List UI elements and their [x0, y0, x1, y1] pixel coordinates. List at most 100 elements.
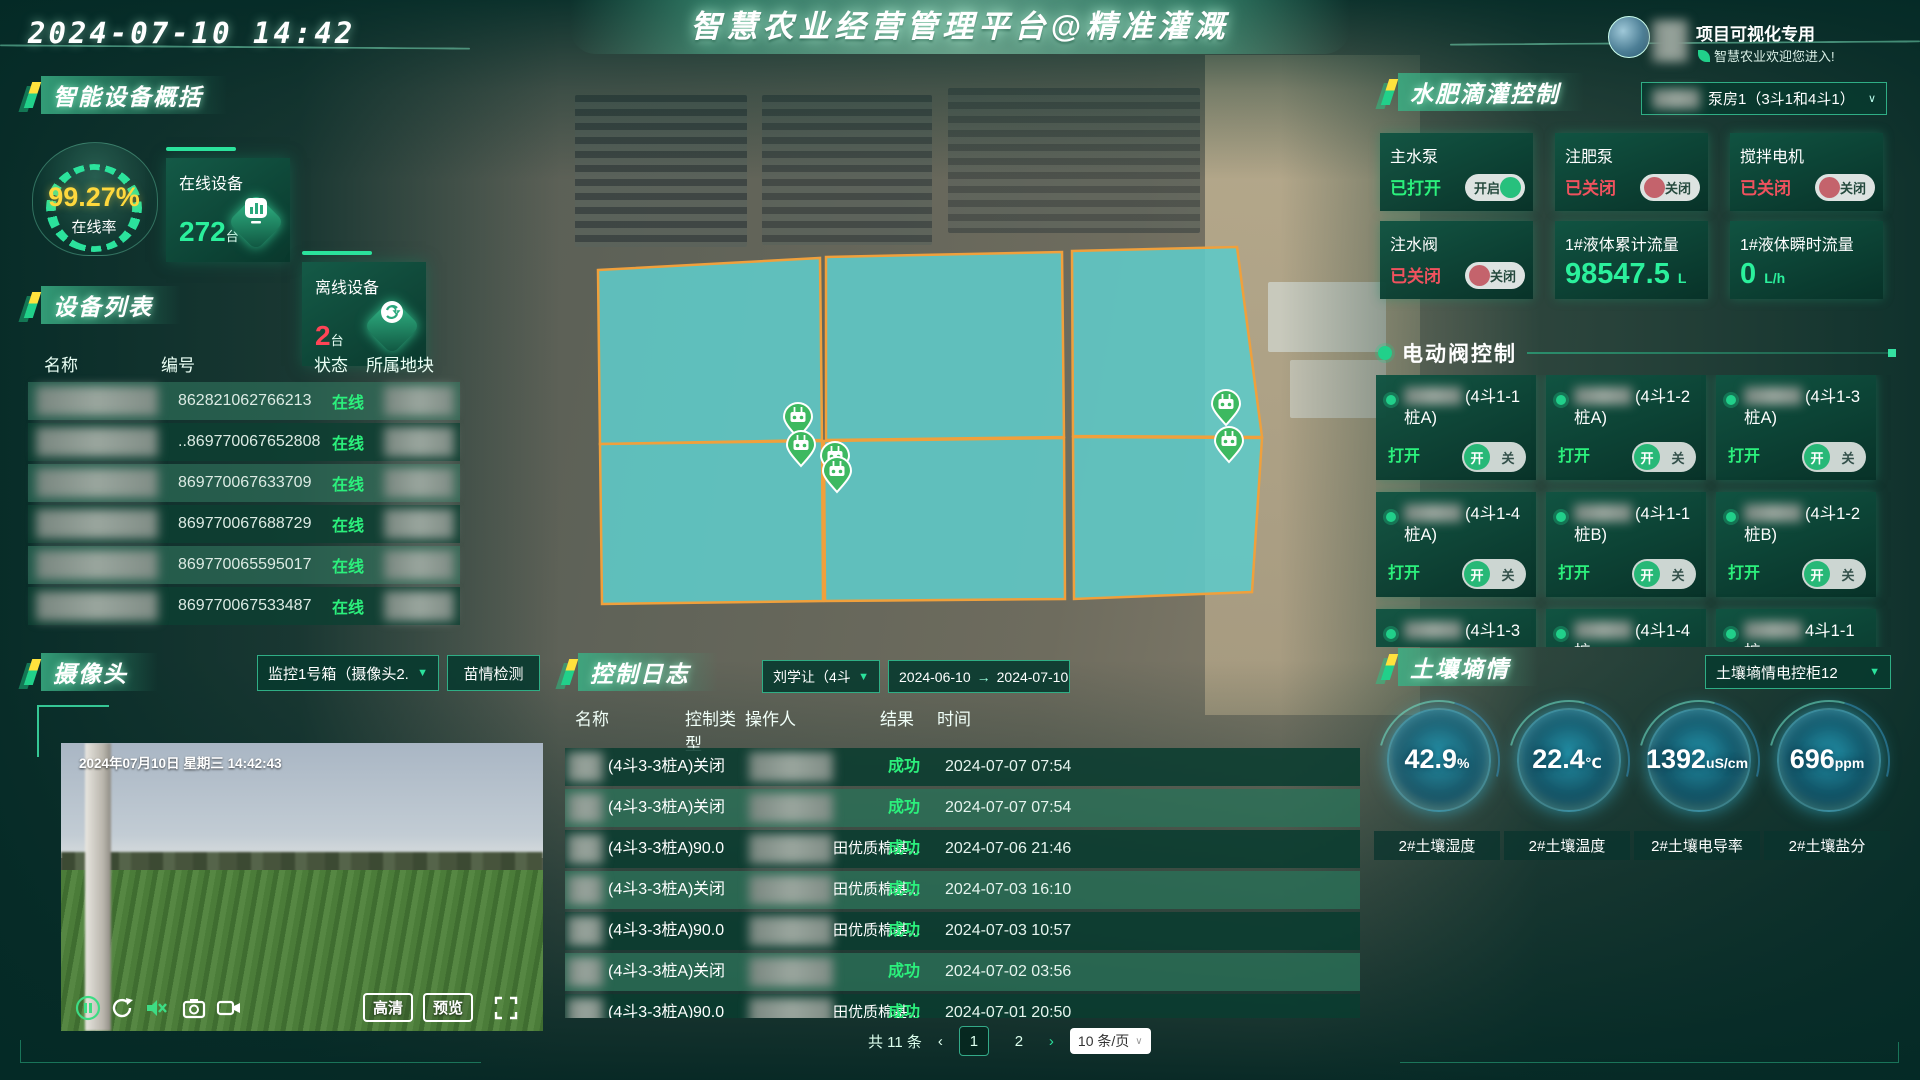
section-title: 土壤墒情 [1398, 648, 1550, 686]
chevron-down-icon: ∨ [1868, 92, 1876, 105]
seedling-detect-button[interactable]: 苗情检测 [447, 655, 540, 691]
field-parcel[interactable] [824, 438, 1065, 601]
pump-house-select[interactable]: 泵房1（3斗1和4斗1） ∨ [1641, 82, 1887, 115]
log-row[interactable]: (4斗3-3桩A) 90.0 田优质棉基... 成功 2024-07-01 20… [565, 994, 1360, 1018]
field-parcel[interactable] [600, 441, 823, 604]
valve-open-knob[interactable]: 开 [1804, 444, 1830, 470]
table-row[interactable]: 869770067633709 在线 [28, 464, 460, 502]
valve-toggle[interactable]: 开 关 [1632, 559, 1696, 589]
date-to: 2024-07-10 [997, 669, 1069, 685]
device-name-redacted [36, 427, 158, 457]
valve-open-knob[interactable]: 开 [1634, 561, 1660, 587]
valve-card: (4斗1-1桩B) 打开 开 关 [1546, 492, 1706, 597]
soil-cabinet-select[interactable]: 土壤墒情电控柜12 ▼ [1705, 655, 1891, 689]
valve-open-knob[interactable]: 开 [1464, 444, 1490, 470]
log-row[interactable]: (4斗3-3桩A) 关闭 田优质棉基... 成功 2024-07-03 16:1… [565, 871, 1360, 909]
log-row[interactable]: (4斗3-3桩A) 关闭 成功 2024-07-07 07:54 [565, 789, 1360, 827]
bullet-dot-icon [1726, 395, 1736, 405]
page-2-button[interactable]: 2 [1005, 1027, 1033, 1055]
table-row[interactable]: 862821062766213 在线 [28, 382, 460, 420]
preview-button[interactable]: 预览 [423, 993, 473, 1022]
camera-video[interactable]: 2024年07月10日 星期三 14:42:43 高清 预览 [61, 743, 543, 1031]
device-id: 869770067633709 [178, 474, 311, 492]
pump-grid: 主水泵 已打开 开启 注肥泵 已关闭 关闭 搅拌电机 已关闭 关闭 注水阀 已关… [1380, 133, 1883, 299]
soil-cabinet-value: 土壤墒情电控柜12 [1716, 662, 1838, 683]
valve-close-label[interactable]: 关 [1660, 448, 1696, 467]
valve-close-label[interactable]: 关 [1830, 448, 1866, 467]
pump-toggle[interactable]: 开启 [1465, 174, 1525, 201]
valve-open-knob[interactable]: 开 [1804, 561, 1830, 587]
log-operator-redacted [749, 875, 833, 905]
valve-name: (4斗1-3 [1465, 622, 1520, 640]
decor-line [1527, 352, 1896, 354]
log-type: 关闭 [693, 789, 725, 827]
valve-toggle[interactable]: 开 关 [1802, 442, 1866, 472]
log-operator-redacted [749, 834, 833, 864]
camera-panel: 2024年07月10日 星期三 14:42:43 高清 预览 [48, 712, 544, 1044]
date-range-picker[interactable]: 2024-06-10 → 2024-07-10 [888, 660, 1070, 693]
toggle-label: 关闭 [1665, 178, 1691, 197]
valve-toggle[interactable]: 开 关 [1632, 442, 1696, 472]
mute-icon[interactable] [143, 995, 169, 1021]
online-rate-gauge: 99.27% 在线率 [28, 142, 160, 268]
valve-close-label[interactable]: 关 [1490, 448, 1526, 467]
valve-open-knob[interactable]: 开 [1634, 444, 1660, 470]
gauge-value: 42.9 [1404, 744, 1457, 774]
valve-toggle[interactable]: 开 关 [1802, 559, 1866, 589]
page-1-button[interactable]: 1 [959, 1026, 989, 1056]
table-row[interactable]: 869770067688729 在线 [28, 505, 460, 543]
pump-label: 主水泵 [1390, 143, 1523, 167]
bullet-dot-icon [1386, 395, 1396, 405]
log-result: 成功 [888, 871, 920, 909]
section-title: 设备列表 [41, 286, 193, 324]
valve-toggle[interactable]: 开 关 [1462, 559, 1526, 589]
table-row[interactable]: 869770067533487 在线 [28, 587, 460, 625]
pump-toggle[interactable]: 关闭 [1640, 174, 1700, 201]
avatar[interactable] [1608, 16, 1650, 58]
fullscreen-icon[interactable] [493, 995, 519, 1021]
valve-toggle[interactable]: 开 关 [1462, 442, 1526, 472]
soil-gauge: 22.4℃ 2#土壤温度 [1502, 698, 1632, 866]
log-row[interactable]: (4斗3-3桩A) 90.0 田优质棉基... 成功 2024-07-06 21… [565, 830, 1360, 868]
valve-close-label[interactable]: 关 [1660, 565, 1696, 584]
hd-button[interactable]: 高清 [363, 993, 413, 1022]
pump-house-value: 泵房1（3斗1和4斗1） [1708, 88, 1855, 109]
log-time: 2024-07-01 20:50 [945, 994, 1071, 1018]
log-operator-redacted [749, 793, 833, 823]
field-parcel[interactable] [1073, 437, 1262, 599]
next-page-button[interactable]: › [1049, 1033, 1054, 1050]
field-parcel[interactable] [826, 252, 1064, 440]
table-row[interactable]: 869770065595017 在线 [28, 546, 460, 584]
snapshot-icon[interactable] [181, 995, 207, 1021]
soil-gauges: 42.9% 2#土壤湿度 22.4℃ 2#土壤温度 1392uS/cm 2#土壤… [1372, 698, 1892, 866]
device-name-redacted [36, 509, 158, 539]
meter-unit: L [1678, 270, 1687, 286]
log-row[interactable]: (4斗3-3桩A) 90.0 田优质棉基... 成功 2024-07-03 10… [565, 912, 1360, 950]
refresh-icon[interactable] [109, 995, 135, 1021]
gauge-value: 22.4 [1532, 744, 1585, 774]
pump-toggle[interactable]: 关闭 [1465, 262, 1525, 289]
valve-name-redacted [1404, 504, 1462, 522]
user-welcome: 智慧农业欢迎您进入! [1714, 46, 1835, 65]
user-welcome-row: 智慧农业欢迎您进入! [1698, 46, 1835, 65]
log-time: 2024-07-07 07:54 [945, 748, 1071, 786]
valve-name-redacted [1574, 504, 1632, 522]
log-row[interactable]: (4斗3-3桩A) 关闭 成功 2024-07-07 07:54 [565, 748, 1360, 786]
page-size-select[interactable]: 10 条/页 ∨ [1070, 1028, 1151, 1054]
prev-page-button[interactable]: ‹ [938, 1033, 943, 1050]
device-plot-redacted [384, 468, 454, 498]
valve-open-knob[interactable]: 开 [1464, 561, 1490, 587]
valve-close-label[interactable]: 关 [1830, 565, 1866, 584]
pause-icon[interactable] [75, 995, 101, 1021]
operator-filter-select[interactable]: 刘学让（4斗3-3桩A） ▼ [762, 660, 880, 693]
table-row[interactable]: ..869770067652808 在线 [28, 423, 460, 461]
record-icon[interactable] [216, 995, 242, 1021]
pump-toggle[interactable]: 关闭 [1815, 174, 1875, 201]
device-status: 在线 [332, 471, 364, 495]
meter-value: 0 [1740, 258, 1756, 290]
log-row[interactable]: (4斗3-3桩A) 关闭 成功 2024-07-02 03:56 [565, 953, 1360, 991]
camera-selector[interactable]: 监控1号箱（摄像头2... ▼ [257, 655, 439, 691]
pump-card-fertilizer: 注肥泵 已关闭 关闭 [1555, 133, 1708, 211]
valve-close-label[interactable]: 关 [1490, 565, 1526, 584]
chevron-down-icon: ∨ [1135, 1036, 1142, 1047]
